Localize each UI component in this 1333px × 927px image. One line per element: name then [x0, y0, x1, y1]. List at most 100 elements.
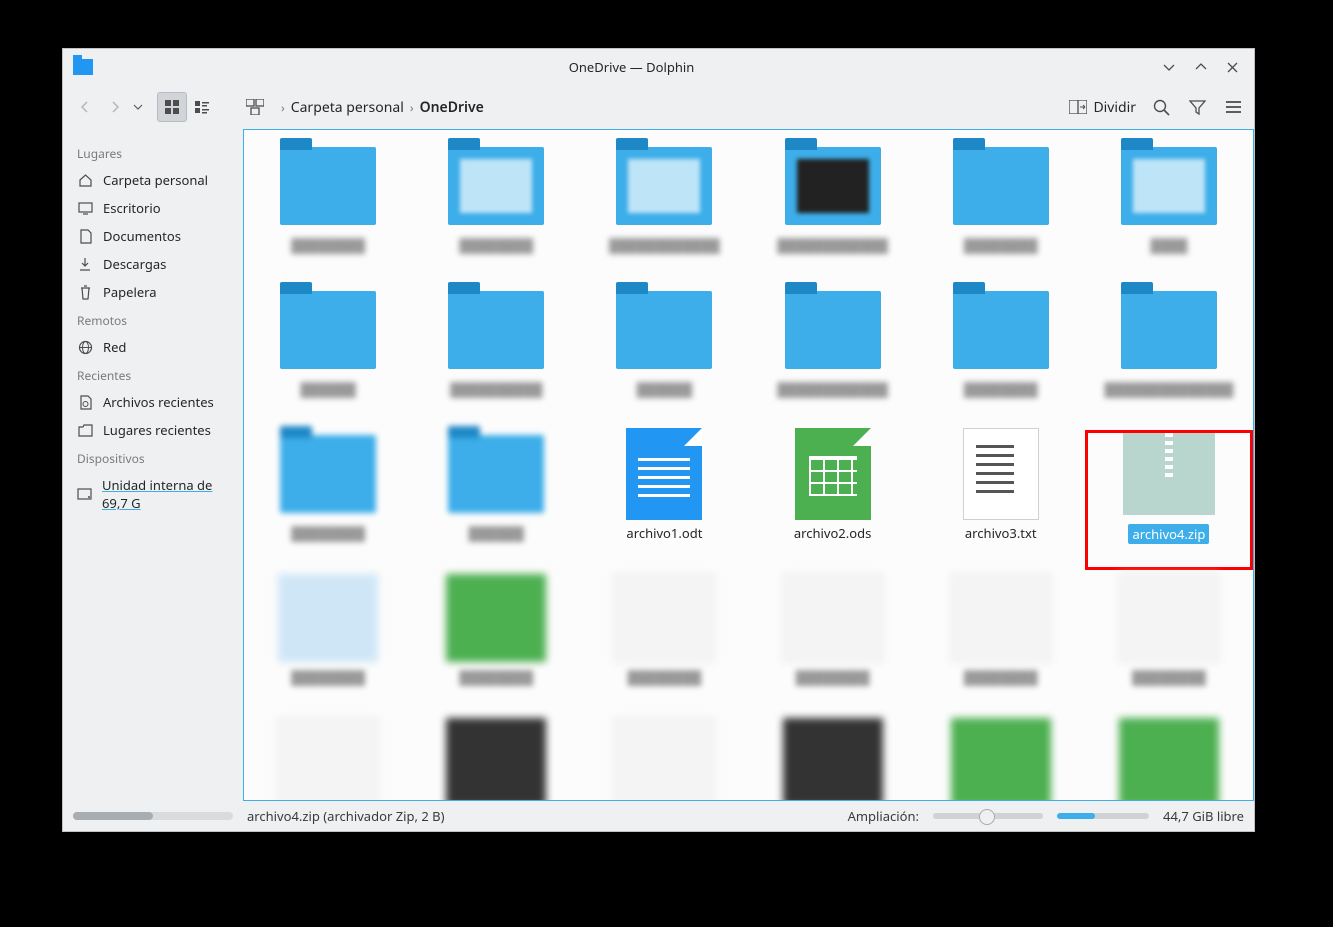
- file-item[interactable]: [244, 718, 412, 800]
- toolbar: › Carpeta personal › OneDrive Dividir: [63, 85, 1254, 129]
- folder-icon: [1121, 291, 1217, 369]
- nav-back-button[interactable]: [73, 95, 97, 119]
- sidebar-item-network[interactable]: Red: [63, 333, 243, 361]
- folder-item[interactable]: ██████████: [412, 286, 580, 426]
- folder-icon: [1121, 147, 1217, 225]
- search-icon: [1153, 99, 1170, 116]
- zip-file-icon: [1123, 433, 1215, 515]
- folder-item[interactable]: ████: [1085, 142, 1253, 282]
- folder-item[interactable]: ████████████: [749, 286, 917, 426]
- file-item[interactable]: ████████: [1085, 574, 1253, 714]
- file-label-redacted: ████████: [796, 668, 870, 686]
- free-space-text: 44,7 GiB libre: [1163, 807, 1244, 825]
- file-thumbnail: [278, 718, 378, 800]
- sidebar-item-trash[interactable]: Papelera: [63, 278, 243, 306]
- sidebar-item-internal-disk[interactable]: Unidad interna de 69,7 G: [63, 471, 243, 517]
- folder-icon: [616, 291, 712, 369]
- sidebar-item-recent-places[interactable]: Lugares recientes: [63, 416, 243, 444]
- file-label-redacted: ████████████: [777, 236, 888, 254]
- disk-usage-meter: [1057, 813, 1149, 819]
- sidebar-item-home[interactable]: Carpeta personal: [63, 166, 243, 194]
- sidebar-item-downloads[interactable]: Descargas: [63, 250, 243, 278]
- file-item-archivo3[interactable]: archivo3.txt: [917, 430, 1085, 570]
- sidebar-item-recent-files[interactable]: Archivos recientes: [63, 388, 243, 416]
- file-item-archivo1[interactable]: archivo1.odt: [580, 430, 748, 570]
- folder-item[interactable]: ████████: [917, 142, 1085, 282]
- file-item[interactable]: [917, 718, 1085, 800]
- file-item[interactable]: ████████: [412, 574, 580, 714]
- folder-item[interactable]: ████████: [244, 142, 412, 282]
- file-item[interactable]: ████████: [749, 574, 917, 714]
- trash-icon: [77, 284, 93, 300]
- chevron-right-icon: ›: [410, 99, 414, 116]
- file-thumbnail: [783, 574, 883, 662]
- file-label: archivo3.txt: [965, 524, 1037, 542]
- home-icon: [77, 172, 93, 188]
- file-thumbnail: [1119, 718, 1219, 800]
- download-icon: [77, 256, 93, 272]
- file-item[interactable]: [412, 718, 580, 800]
- folder-item[interactable]: ██████: [580, 286, 748, 426]
- file-view[interactable]: ████████ ████████ ████████████ █████████…: [243, 129, 1254, 801]
- file-label-redacted: ██████████████: [1104, 380, 1233, 398]
- view-icons-button[interactable]: [157, 92, 187, 122]
- folder-icon: [953, 291, 1049, 369]
- split-view-button[interactable]: Dividir: [1069, 98, 1136, 117]
- minimize-button[interactable]: [1162, 60, 1180, 74]
- breadcrumb-home[interactable]: Carpeta personal: [291, 98, 404, 117]
- file-label-redacted: ████████: [291, 668, 365, 686]
- statusbar: archivo4.zip (archivador Zip, 2 B) Ampli…: [63, 801, 1254, 831]
- odt-file-icon: [626, 428, 702, 520]
- file-item[interactable]: [1085, 718, 1253, 800]
- file-label-redacted: ████████: [964, 236, 1038, 254]
- nav-history-dropdown[interactable]: [133, 104, 147, 110]
- folder-item[interactable]: ██████: [244, 286, 412, 426]
- file-thumbnail: [614, 574, 714, 662]
- menu-button[interactable]: [1222, 96, 1244, 118]
- zoom-slider[interactable]: [933, 813, 1043, 819]
- file-item[interactable]: [749, 718, 917, 800]
- new-tab-button[interactable]: [241, 93, 269, 121]
- folder-item[interactable]: ██████████████: [1085, 286, 1253, 426]
- file-item-archivo2[interactable]: archivo2.ods: [749, 430, 917, 570]
- maximize-button[interactable]: [1194, 60, 1212, 74]
- view-compact-button[interactable]: [187, 92, 217, 122]
- horizontal-scrollbar[interactable]: [73, 812, 233, 820]
- folder-item[interactable]: ████████: [244, 430, 412, 570]
- ods-file-icon: [795, 428, 871, 520]
- folder-icon: [785, 291, 881, 369]
- filter-button[interactable]: [1186, 96, 1208, 118]
- file-item[interactable]: ████████: [244, 574, 412, 714]
- folder-item[interactable]: ████████: [412, 142, 580, 282]
- folder-icon: [785, 147, 881, 225]
- folder-item[interactable]: ██████: [412, 430, 580, 570]
- file-thumbnail: [446, 718, 546, 800]
- folder-item[interactable]: ████████████: [580, 142, 748, 282]
- breadcrumb-current[interactable]: OneDrive: [420, 98, 484, 117]
- file-item[interactable]: ████████: [917, 574, 1085, 714]
- file-label-redacted: ████████: [291, 524, 365, 542]
- file-item[interactable]: [580, 718, 748, 800]
- file-item[interactable]: ████████: [580, 574, 748, 714]
- search-button[interactable]: [1150, 96, 1172, 118]
- file-item-archivo4[interactable]: archivo4.zip: [1085, 430, 1253, 570]
- close-button[interactable]: [1226, 61, 1244, 74]
- folder-item[interactable]: ████████: [917, 286, 1085, 426]
- window-controls: [1162, 60, 1244, 74]
- window-title: OneDrive — Dolphin: [101, 58, 1162, 76]
- file-label-redacted: ████████: [1132, 668, 1206, 686]
- folder-icon: [280, 291, 376, 369]
- file-thumbnail: [278, 574, 378, 662]
- nav-forward-button[interactable]: [103, 95, 127, 119]
- file-label: archivo4.zip: [1128, 524, 1209, 544]
- file-label-redacted: ████████████: [609, 236, 720, 254]
- sidebar-item-documents[interactable]: Documentos: [63, 222, 243, 250]
- split-icon: [1069, 100, 1087, 114]
- txt-file-icon: [963, 428, 1039, 520]
- sidebar-section-devices: Dispositivos: [63, 444, 243, 471]
- file-thumbnail: [1119, 574, 1219, 662]
- folder-item[interactable]: ████████████: [749, 142, 917, 282]
- folder-icon: [953, 147, 1049, 225]
- sidebar-item-desktop[interactable]: Escritorio: [63, 194, 243, 222]
- main-area: Lugares Carpeta personal Escritorio Docu…: [63, 129, 1254, 801]
